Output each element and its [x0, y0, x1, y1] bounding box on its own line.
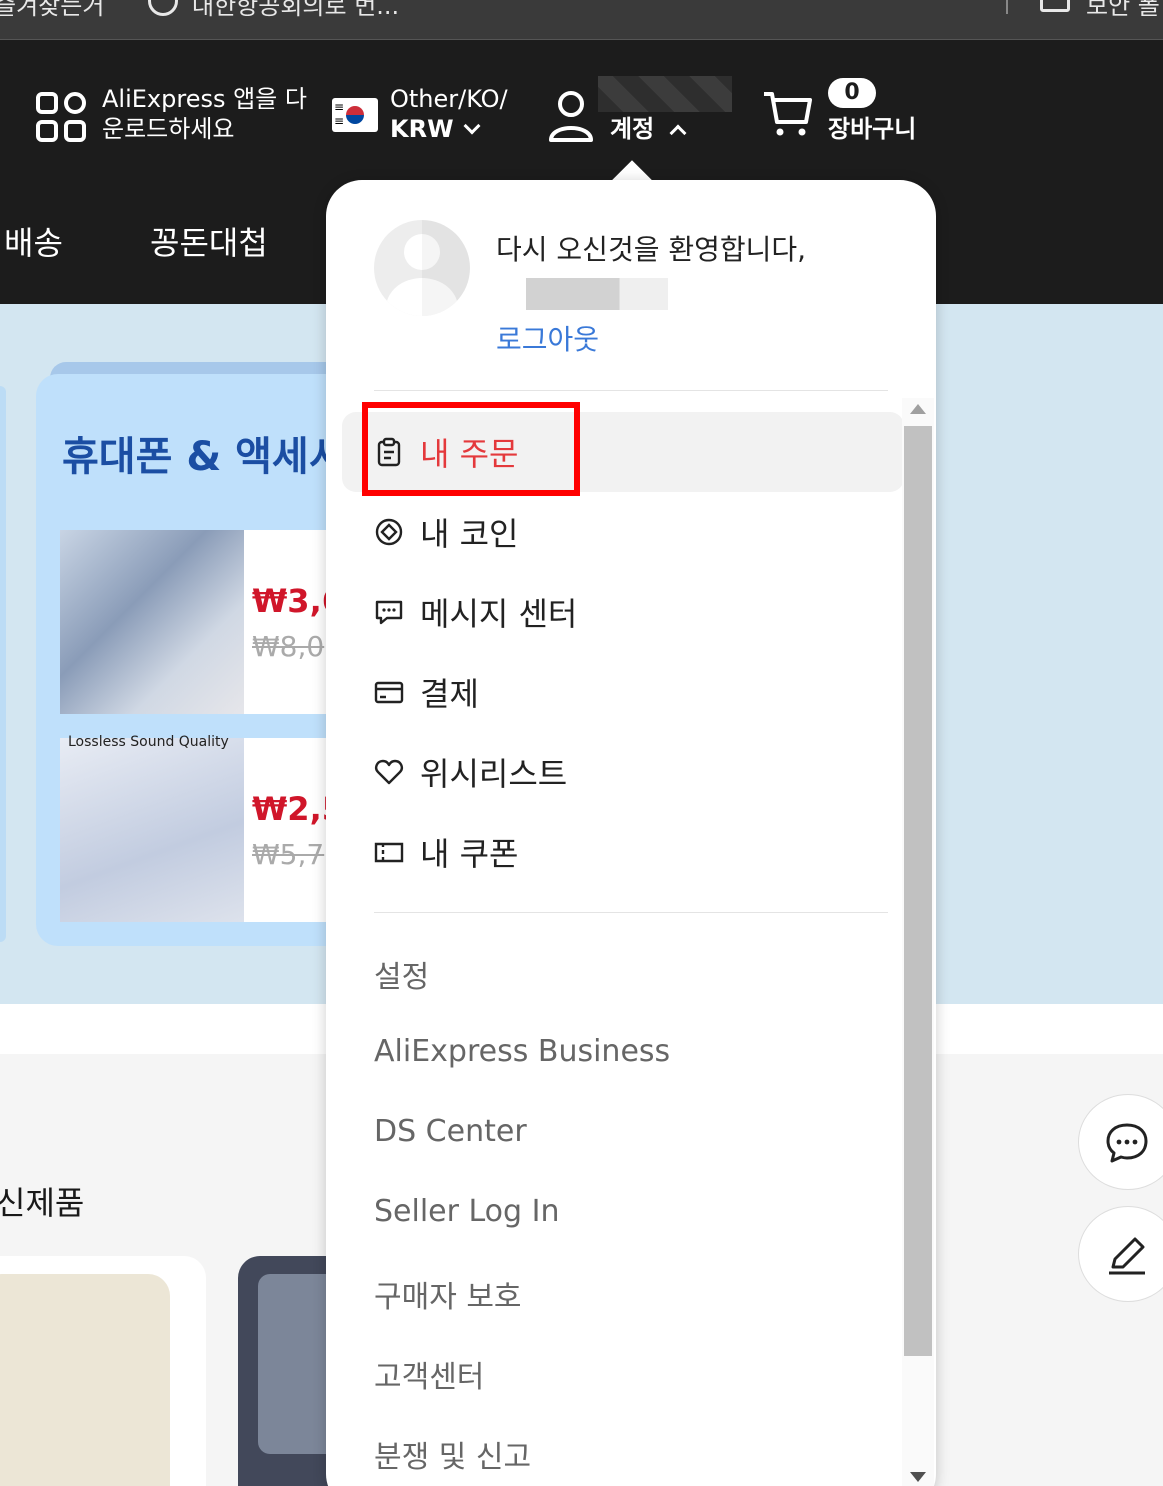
- link-ds-center[interactable]: DS Center: [374, 1114, 527, 1149]
- original-price: ₩5,7: [252, 838, 325, 871]
- bookmark-separator: [1006, 0, 1008, 14]
- banner-card-edge: [0, 386, 6, 942]
- scroll-thumb[interactable]: [904, 426, 932, 1356]
- menu-item-message-center[interactable]: 메시지 센터: [374, 590, 577, 634]
- menu-label: 내 코인: [420, 515, 519, 553]
- product-image: [60, 530, 244, 714]
- user-icon[interactable]: [548, 90, 594, 142]
- currency-selector[interactable]: KRW: [390, 114, 481, 144]
- chevron-up-icon: [669, 124, 687, 142]
- product-image: [0, 1274, 170, 1486]
- bookmarks-bar: 즐겨찾는거 대한항공회의로 번... 보안 폴: [0, 0, 1163, 40]
- link-customer-center[interactable]: 고객센터: [374, 1352, 484, 1396]
- scroll-up-arrow-icon[interactable]: [910, 404, 926, 414]
- bookmark-item[interactable]: 대한항공회의로 번...: [192, 0, 399, 21]
- app-download-link[interactable]: AliExpress 앱을 다운로드하세요: [102, 84, 312, 144]
- menu-item-payment[interactable]: 결제: [374, 670, 479, 714]
- account-dropdown: 다시 오신것을 환영합니다, 로그아웃 내 주문 내 코인 메시지 센터 결제 …: [326, 180, 936, 1486]
- avatar: [374, 220, 470, 316]
- account-menu-toggle[interactable]: 계정: [610, 114, 687, 144]
- link-aliexpress-business[interactable]: AliExpress Business: [374, 1034, 670, 1069]
- category-card[interactable]: 휴대폰 & 액세서리 ₩3,6 ₩8,0 Lossless Sound Qual…: [36, 374, 350, 946]
- divider: [374, 912, 888, 913]
- logout-link[interactable]: 로그아웃: [496, 318, 599, 358]
- folder-icon[interactable]: [1040, 0, 1070, 12]
- product-tile[interactable]: ₩3,6 ₩8,0: [60, 530, 350, 714]
- product-tile[interactable]: Lossless Sound Quality ₩2,5 ₩5,7: [60, 734, 350, 922]
- menu-label: 메시지 센터: [420, 595, 578, 633]
- original-price: ₩8,0: [252, 630, 325, 663]
- card-icon: [374, 677, 404, 707]
- chat-bubble-icon: [1106, 1123, 1148, 1163]
- welcome-message: 다시 오신것을 환영합니다,: [496, 233, 807, 266]
- username-redacted: [526, 278, 668, 310]
- coin-icon: [374, 517, 404, 547]
- product-card[interactable]: [0, 1256, 206, 1486]
- cart-icon[interactable]: [762, 88, 814, 140]
- link-buyer-protection[interactable]: 구매자 보호: [374, 1272, 522, 1316]
- category-title: 휴대폰 & 액세서리: [62, 434, 350, 480]
- region-label[interactable]: Other/KO/: [390, 84, 508, 114]
- nav-item-deal[interactable]: 꽁돈대첩: [150, 218, 268, 264]
- nav-item-shipping[interactable]: 배송: [4, 218, 63, 264]
- section-title: 신제품: [0, 1184, 85, 1222]
- korea-flag-icon[interactable]: [332, 98, 378, 132]
- annotation-highlight-box: [362, 402, 580, 496]
- link-dispute-report[interactable]: 분쟁 및 신고: [374, 1432, 531, 1476]
- heart-icon: [374, 757, 404, 787]
- currency-label: KRW: [390, 115, 454, 143]
- dropdown-scrollbar[interactable]: [902, 398, 934, 1486]
- globe-icon: [148, 0, 178, 16]
- divider: [374, 390, 888, 391]
- cart-link[interactable]: 장바구니: [828, 114, 916, 144]
- scroll-down-arrow-icon[interactable]: [910, 1472, 926, 1482]
- menu-label: 내 쿠폰: [420, 835, 519, 873]
- menu-label: 결제: [420, 675, 479, 713]
- menu-item-my-coins[interactable]: 내 코인: [374, 510, 519, 554]
- coupon-icon: [374, 837, 404, 867]
- bookmark-folder[interactable]: 보안 폴: [1086, 0, 1160, 21]
- link-settings[interactable]: 설정: [374, 952, 429, 996]
- link-seller-login[interactable]: Seller Log In: [374, 1194, 559, 1229]
- product-image: Lossless Sound Quality: [60, 734, 244, 922]
- menu-label: 위시리스트: [420, 755, 568, 793]
- account-label: 계정: [610, 115, 655, 143]
- username-redacted: [598, 76, 732, 112]
- qr-code-icon[interactable]: [36, 92, 86, 142]
- product-tagline: Lossless Sound Quality: [68, 734, 229, 750]
- menu-item-wishlist[interactable]: 위시리스트: [374, 750, 567, 794]
- pencil-icon: [1109, 1237, 1145, 1275]
- bookmark-item[interactable]: 즐겨찾는거: [0, 0, 104, 21]
- chevron-down-icon: [463, 117, 481, 135]
- cart-count-badge: 0: [828, 78, 876, 108]
- menu-item-my-coupons[interactable]: 내 쿠폰: [374, 830, 519, 874]
- message-icon: [374, 597, 404, 627]
